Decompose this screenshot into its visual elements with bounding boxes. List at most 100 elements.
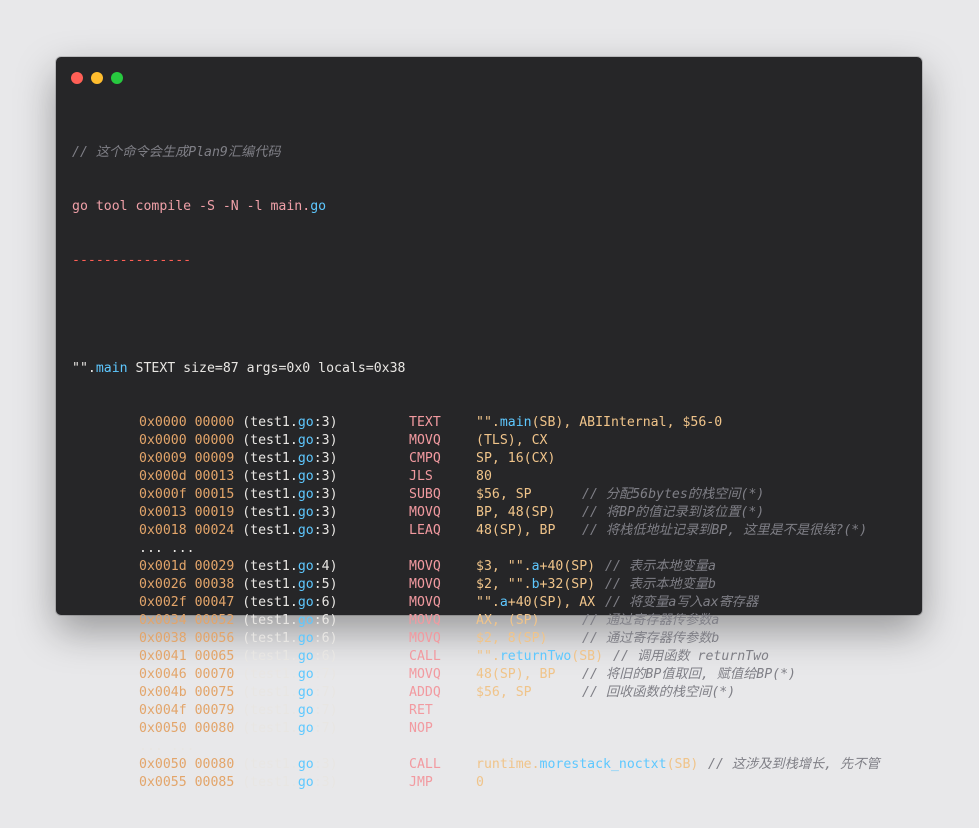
inline-comment: // 回收函数的栈空间(*) [582, 685, 736, 700]
operand-part: b [531, 577, 540, 592]
source-location: 0x004b 00075 (test1.go:7) [139, 684, 338, 702]
operand-part: (TLS), CX [476, 433, 548, 448]
source-ext: go [297, 613, 314, 628]
source-ext: go [297, 415, 314, 430]
source-line: :3) [313, 757, 338, 772]
ellipsis-line: ... ... [72, 738, 918, 756]
instruction-row: 0x001d 00029 (test1.go:4) MOVQ $3, "".a+40… [72, 558, 918, 576]
operand-part: a [499, 595, 508, 610]
operand-part: (SB) [666, 757, 699, 772]
operand-part: AX, (SP) [476, 613, 540, 628]
func-header: "".main STEXT size=87 args=0x0 locals=0x… [72, 360, 918, 378]
source-line: :3) [313, 415, 338, 430]
instruction-address: 0x0018 00024 [139, 523, 235, 538]
operands: $3, "".a+40(SP) [476, 558, 595, 576]
source-ext: go [297, 757, 314, 772]
instruction-address: 0x0000 00000 [139, 433, 235, 448]
operands: 48(SP), BP [476, 522, 555, 540]
operand-part: "". [476, 649, 500, 664]
opcode: TEXT [409, 415, 441, 430]
instruction-address: 0x0026 00038 [139, 577, 235, 592]
instruction-row: 0x0018 00024 (test1.go:3) LEAQ 48(SP), BP /… [72, 522, 918, 540]
operand-part: "". [476, 595, 500, 610]
minimize-button[interactable] [91, 72, 103, 84]
opcode: NOP [409, 721, 433, 736]
window-controls [71, 72, 123, 84]
operands: 0 [476, 774, 484, 792]
instruction-row: 0x0041 00065 (test1.go:6) CALL "".returnTw… [72, 648, 918, 666]
ellipsis-line: ... ... [72, 540, 918, 558]
source-ext: go [297, 775, 314, 790]
instruction-address: 0x0013 00019 [139, 505, 235, 520]
source-location: 0x001d 00029 (test1.go:4) [139, 558, 338, 576]
ellipsis-text: ... ... [139, 739, 195, 754]
source-location: 0x0050 00080 (test1.go:7) [139, 720, 338, 738]
operand-part: a [531, 559, 540, 574]
inline-comment: // 表示本地变量b [605, 577, 716, 592]
source-file: (test1. [242, 613, 298, 628]
opcode: CMPQ [409, 451, 441, 466]
source-location: 0x000f 00015 (test1.go:3) [139, 486, 338, 504]
instruction-row: 0x004b 00075 (test1.go:7) ADDQ $56, SP // 回… [72, 684, 918, 702]
ellipsis-text: ... ... [139, 541, 195, 556]
source-line: :6) [313, 631, 338, 646]
opcode: MOVQ [409, 595, 441, 610]
source-ext: go [297, 685, 314, 700]
source-ext: go [297, 577, 314, 592]
maximize-button[interactable] [111, 72, 123, 84]
operands: AX, (SP) [476, 612, 540, 630]
command-text: go tool compile -S -N -l main. [72, 199, 311, 214]
source-file: (test1. [242, 469, 298, 484]
separator-text: --------------- [72, 253, 192, 268]
instruction-address: 0x0046 00070 [139, 667, 235, 682]
inline-comment: // 表示本地变量a [605, 559, 716, 574]
operands: "".returnTwo(SB) [476, 648, 603, 666]
source-file: (test1. [242, 523, 298, 538]
operands: (TLS), CX [476, 432, 547, 450]
operand-part: SP, 16(CX) [476, 451, 556, 466]
opcode: MOVQ [409, 505, 441, 520]
source-file: (test1. [242, 703, 298, 718]
separator-line: --------------- [72, 252, 918, 270]
func-meta: STEXT size=87 args=0x0 locals=0x38 [127, 361, 406, 376]
opcode: MOVQ [409, 613, 441, 628]
source-file: (test1. [242, 595, 298, 610]
opcode: MOVQ [409, 559, 441, 574]
instruction-row: 0x0038 00056 (test1.go:6) MOVQ $2, 8(SP) //… [72, 630, 918, 648]
instruction-address: 0x0055 00085 [139, 775, 235, 790]
source-file: (test1. [242, 433, 298, 448]
source-ext: go [297, 559, 314, 574]
source-line: :5) [313, 577, 338, 592]
inline-comment: // 将变量a写入ax寄存器 [605, 595, 759, 610]
source-line: :7) [313, 721, 338, 736]
inline-comment: // 分配56bytes的栈空间(*) [582, 487, 765, 502]
func-name: main [95, 361, 128, 376]
operand-part: 0 [476, 775, 484, 790]
source-ext: go [297, 595, 314, 610]
source-ext: go [297, 523, 314, 538]
opcode: MOVQ [409, 577, 441, 592]
opcode: MOVQ [409, 667, 441, 682]
inline-comment: // 调用函数 returnTwo [613, 649, 769, 664]
operands: 80 [476, 468, 492, 486]
instruction-address: 0x001d 00029 [139, 559, 235, 574]
operands: $2, "".b+32(SP) [476, 576, 595, 594]
source-ext: go [297, 433, 314, 448]
instruction-row: 0x000d 00013 (test1.go:3) JLS 80 [72, 468, 918, 486]
source-file: (test1. [242, 667, 298, 682]
source-ext: go [297, 505, 314, 520]
source-ext: go [297, 451, 314, 466]
source-line: :3) [313, 775, 338, 790]
source-line: :4) [313, 559, 338, 574]
source-location: 0x0034 00052 (test1.go:6) [139, 612, 338, 630]
operand-part: runtime. [476, 757, 540, 772]
operands: $56, SP [476, 486, 532, 504]
close-button[interactable] [71, 72, 83, 84]
operand-part: +32(SP) [539, 577, 596, 592]
instruction-row: 0x0046 00070 (test1.go:7) MOVQ 48(SP), BP /… [72, 666, 918, 684]
operand-part: morestack_noctxt [539, 757, 667, 772]
instruction-list: 0x0000 00000 (test1.go:3) TEXT "".main(SB)… [72, 414, 918, 792]
source-ext: go [297, 487, 314, 502]
instruction-address: 0x0009 00009 [139, 451, 235, 466]
